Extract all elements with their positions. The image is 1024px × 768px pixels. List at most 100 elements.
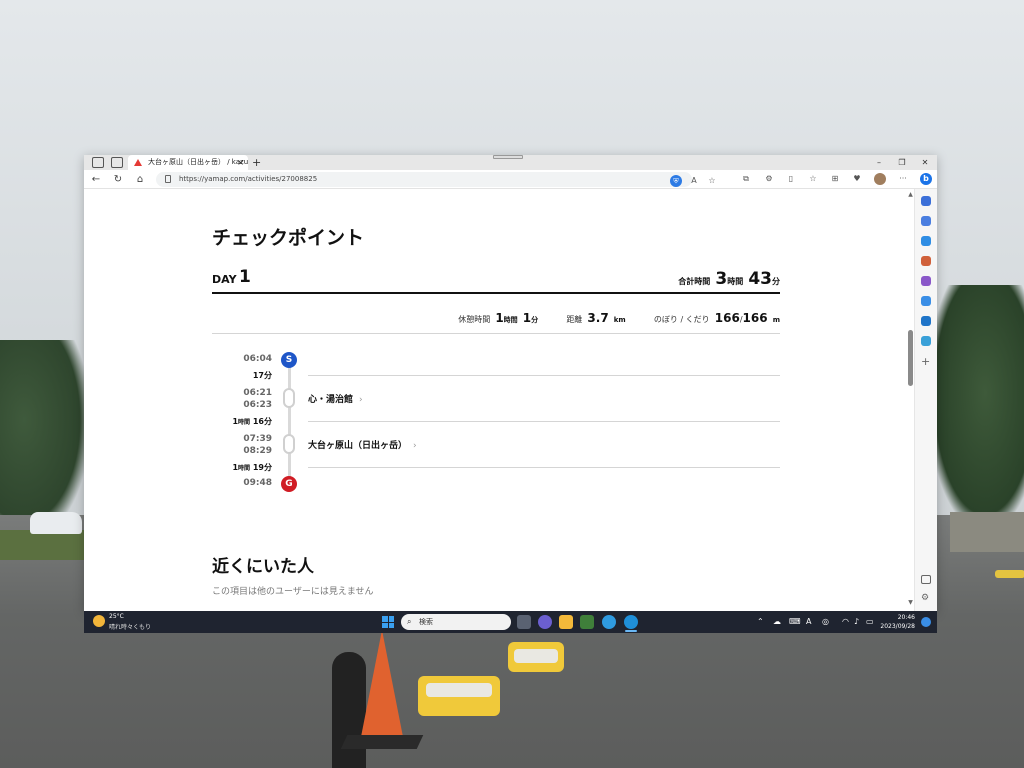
refresh-icon[interactable]: ↻ xyxy=(111,171,125,188)
tab-close-icon[interactable]: × xyxy=(237,155,244,170)
close-button[interactable]: ✕ xyxy=(915,155,935,170)
leg3-hours-unit: 時間 xyxy=(238,465,251,472)
edge-icon[interactable] xyxy=(624,615,638,629)
updown-unit: m xyxy=(772,316,780,324)
yamap-favicon-icon xyxy=(134,159,142,166)
notification-icon[interactable] xyxy=(921,617,931,627)
tab-active[interactable]: 大台ヶ原山（日出ヶ岳） / kazuhi × xyxy=(128,155,248,170)
sidebar-settings-icon[interactable]: ⚙ xyxy=(921,593,929,603)
search-icon[interactable] xyxy=(921,216,931,226)
checkpoint-node xyxy=(283,388,295,408)
keyboard-icon[interactable]: ⌨ xyxy=(789,611,801,633)
onedrive-icon[interactable]: ☁ xyxy=(773,611,781,633)
profile-avatar[interactable] xyxy=(874,173,886,185)
goal-time: 09:48 xyxy=(243,478,272,488)
scroll-thumb[interactable] xyxy=(908,330,913,386)
search-placeholder: 検索 xyxy=(419,618,433,626)
notifications-icon[interactable] xyxy=(921,196,931,206)
checkpoint-link-1[interactable]: 心・湯治館 › xyxy=(308,392,363,405)
lock-icon[interactable] xyxy=(165,175,171,183)
tab-title: 大台ヶ原山（日出ヶ岳） / kazuhi xyxy=(148,158,248,166)
m365-icon[interactable] xyxy=(921,296,931,306)
minimize-button[interactable]: – xyxy=(869,155,889,170)
help-icon[interactable] xyxy=(602,615,616,629)
url-text[interactable]: https://yamap.com/activities/27008825 xyxy=(179,172,317,187)
rest-hours-unit: 時間 xyxy=(503,316,518,324)
wallpaper-trees-left xyxy=(0,340,90,540)
home-icon[interactable]: ⌂ xyxy=(133,171,147,188)
read-aloud-icon[interactable]: A xyxy=(688,175,700,187)
start-icon[interactable] xyxy=(382,616,394,628)
task-view-icon[interactable] xyxy=(517,615,531,629)
games-icon[interactable] xyxy=(921,276,931,286)
ime-mode-icon[interactable]: ◎ xyxy=(822,611,829,633)
wallpaper-car xyxy=(30,512,82,534)
new-tab-button[interactable]: + xyxy=(252,155,261,170)
rest-hours: 1 xyxy=(495,311,504,325)
day-header: DAY 1 合計時間 3時間 43分 xyxy=(212,267,780,291)
browser-toolbar: ← ↻ ⌂ https://yamap.com/activities/27008… xyxy=(84,170,937,189)
edge-sidebar: + ⚙ xyxy=(914,189,937,611)
search-icon: ⌕ xyxy=(407,617,412,626)
wallpaper-wall xyxy=(950,512,1024,552)
taskbar-clock[interactable]: 20:46 2023/09/28 xyxy=(880,613,915,631)
copilot-icon[interactable]: b xyxy=(920,173,932,185)
browser-window: 大台ヶ原山（日出ヶ岳） / kazuhi × + – ❐ ✕ ← ↻ ⌂ htt… xyxy=(84,155,937,611)
wallpaper-car-stop xyxy=(418,676,500,716)
cp2-arrive-time: 07:39 xyxy=(243,434,272,444)
activity-stats: 休憩時間 1時間 1分 距離 3.7 km のぼり / くだり 166/166 … xyxy=(458,307,780,326)
scroll-down-icon[interactable]: ▼ xyxy=(907,599,914,606)
more-menu-icon[interactable]: ··· xyxy=(897,173,909,185)
drop-icon[interactable] xyxy=(921,336,931,346)
address-bar[interactable]: https://yamap.com/activities/27008825 ⛨ … xyxy=(156,172,716,187)
start-time: 06:04 xyxy=(243,354,272,364)
chat-icon[interactable] xyxy=(538,615,552,629)
wallpaper-curb xyxy=(995,570,1024,578)
checkpoint-link-2[interactable]: 大台ヶ原山（日出ヶ岳） › xyxy=(308,438,417,451)
favorite-star-icon[interactable]: ☆ xyxy=(706,175,718,187)
scroll-up-icon[interactable]: ▲ xyxy=(907,191,914,198)
back-icon[interactable]: ← xyxy=(89,171,103,188)
checkpoint-node xyxy=(283,434,295,454)
total-time: 合計時間 3時間 43分 xyxy=(678,269,780,289)
clock-time: 20:46 xyxy=(897,614,915,621)
store-icon[interactable] xyxy=(580,615,594,629)
shopping-icon[interactable] xyxy=(921,236,931,246)
battery-icon[interactable]: ▭ xyxy=(866,611,874,633)
collections-icon[interactable]: ⊞ xyxy=(829,173,841,185)
nearby-note: この項目は他のユーザーには見えません xyxy=(212,587,374,597)
workspaces-icon[interactable] xyxy=(92,157,104,168)
weather-desc[interactable]: 晴れ時々くもり xyxy=(109,622,151,631)
active-app-indicator xyxy=(625,630,637,632)
weather-temp[interactable]: 25°C xyxy=(109,613,124,620)
sidebar-toggle-icon[interactable]: ▯ xyxy=(785,173,797,185)
browser-essentials-icon[interactable]: ♥ xyxy=(851,173,863,185)
extension-badge-icon[interactable]: ⛨ xyxy=(670,175,682,187)
tools-icon[interactable] xyxy=(921,256,931,266)
tray-overflow-icon[interactable]: ⌃ xyxy=(757,611,764,633)
timeline-line xyxy=(288,358,291,484)
file-explorer-icon[interactable] xyxy=(559,615,573,629)
total-hours-unit: 時間 xyxy=(727,277,744,286)
cp2-name: 大台ヶ原山（日出ヶ岳） xyxy=(308,441,408,451)
cp1-arrive-time: 06:21 xyxy=(243,388,272,398)
restore-button[interactable]: ❐ xyxy=(892,155,912,170)
distance-label: 距離 xyxy=(566,315,583,324)
taskbar-search[interactable]: ⌕ 検索 xyxy=(401,614,511,630)
add-sidebar-app-icon[interactable]: + xyxy=(921,356,930,367)
tab-actions-icon[interactable] xyxy=(111,157,123,168)
wallpaper-cone xyxy=(360,630,404,742)
window-grabber[interactable] xyxy=(493,155,523,159)
total-minutes-unit: 分 xyxy=(772,277,780,286)
checkpoint-title: チェックポイント xyxy=(212,227,365,249)
weather-icon[interactable] xyxy=(93,615,105,627)
wifi-icon[interactable]: ◠ xyxy=(842,611,849,633)
ime-icon[interactable]: A xyxy=(806,611,811,633)
hide-sidebar-icon[interactable] xyxy=(921,575,931,584)
page-scrollbar[interactable]: ▲ ▼ xyxy=(907,189,914,611)
extensions-icon[interactable]: ⚙ xyxy=(763,173,775,185)
volume-icon[interactable]: ♪ xyxy=(854,611,859,633)
outlook-icon[interactable] xyxy=(921,316,931,326)
split-screen-icon[interactable]: ⧉ xyxy=(740,173,752,185)
favorites-icon[interactable]: ☆ xyxy=(807,173,819,185)
